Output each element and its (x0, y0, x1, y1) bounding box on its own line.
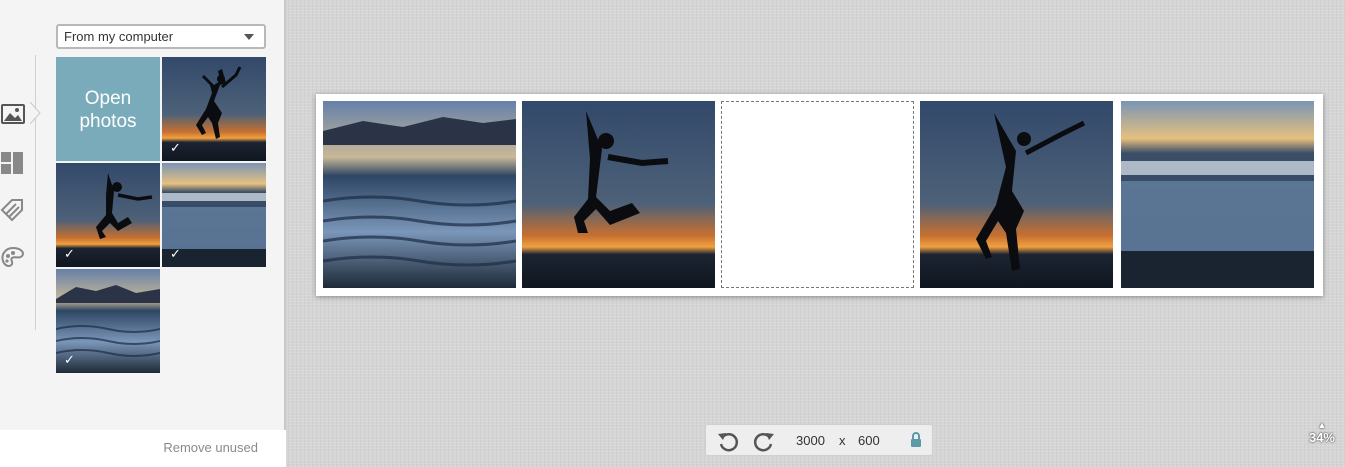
tags-icon[interactable] (0, 198, 26, 224)
photo-thumbnail[interactable]: ✓ (162, 57, 266, 161)
rail-divider (35, 55, 36, 330)
collage-slot-2[interactable] (522, 101, 715, 288)
rotate-right-button[interactable] (752, 429, 776, 453)
lock-icon (911, 432, 921, 447)
collage-strip (316, 94, 1323, 296)
used-check-icon: ✓ (170, 141, 181, 156)
rotate-right-icon (753, 433, 774, 452)
photo-thumbnail[interactable]: ✓ (56, 269, 160, 373)
layouts-icon[interactable] (0, 150, 26, 176)
zoom-up-arrow-icon: ▲ (1317, 420, 1327, 430)
rotate-left-icon (718, 433, 739, 452)
used-check-icon: ✓ (64, 353, 75, 368)
photo-sunset-man-jump (522, 101, 715, 288)
used-check-icon: ✓ (64, 247, 75, 262)
zoom-level: 34% (1308, 430, 1335, 445)
sidebar-footer: Remove unused (0, 430, 286, 467)
palette-icon[interactable] (0, 246, 26, 272)
dimension-separator: x (839, 433, 846, 448)
collage-slot-1[interactable] (323, 101, 516, 288)
canvas-area: 3000 x 600 ▲ 34% (288, 0, 1345, 467)
left-panel: From my computer Open photos ✓ ✓ ✓ ✓ Rem… (0, 0, 286, 467)
canvas-height-value[interactable]: 600 (858, 433, 880, 448)
collage-slot-empty[interactable] (721, 101, 914, 288)
photos-icon[interactable] (0, 101, 26, 127)
photo-thumbnail[interactable]: ✓ (56, 163, 160, 267)
aspect-lock-button[interactable] (906, 430, 926, 450)
open-photos-button[interactable]: Open photos (56, 57, 160, 161)
remove-unused-link[interactable]: Remove unused (163, 440, 258, 455)
photo-thumbnail[interactable]: ✓ (162, 163, 266, 267)
photo-rippled-shore (323, 101, 516, 288)
tool-rail (0, 0, 41, 430)
photo-beach-waves (1121, 101, 1314, 288)
collage-slot-5[interactable] (1121, 101, 1314, 288)
used-check-icon: ✓ (170, 247, 181, 262)
source-select-value: From my computer (64, 29, 174, 44)
collage-slot-4[interactable] (920, 101, 1113, 288)
zoom-indicator[interactable]: ▲ 34% (1309, 420, 1335, 445)
chevron-down-icon (244, 34, 254, 40)
canvas-toolbar: 3000 x 600 (705, 424, 933, 456)
source-select[interactable]: From my computer (56, 24, 266, 49)
rotate-left-button[interactable] (716, 429, 740, 453)
rail-active-pointer (30, 102, 41, 124)
photo-sunset-woman-jump (920, 101, 1113, 288)
canvas-width-value[interactable]: 3000 (796, 433, 825, 448)
